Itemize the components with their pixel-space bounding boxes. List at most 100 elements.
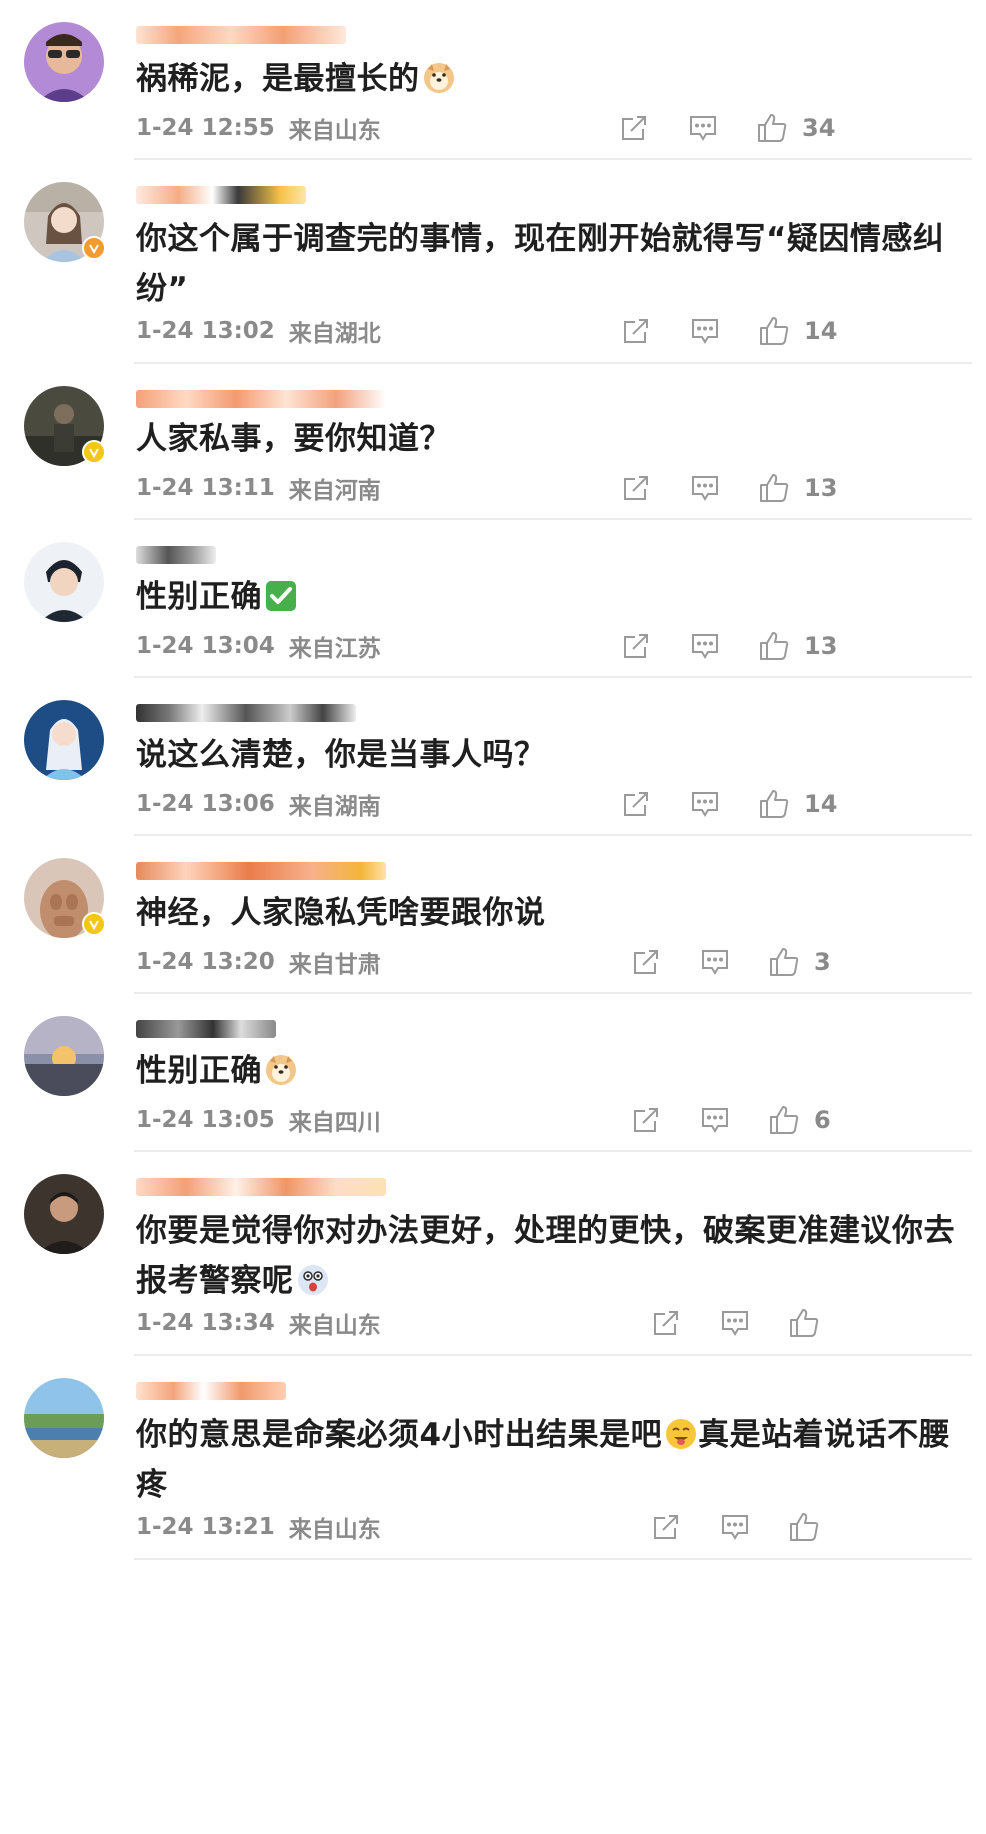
username-blurred[interactable] bbox=[136, 186, 306, 204]
divider bbox=[134, 1558, 972, 1560]
comment-item: 性别正确 1-24 13:05 来自四川 6 bbox=[0, 994, 986, 1152]
comment-text: 你的意思是命案必须4小时出结果是吧 真是站着说话不腰疼 bbox=[136, 1416, 951, 1503]
verified-badge-icon bbox=[82, 912, 106, 936]
tongue-face-emoji bbox=[664, 1416, 698, 1450]
thumbs-up-icon bbox=[754, 468, 794, 508]
comment-location: 来自四川 bbox=[288, 1110, 381, 1136]
comment-meta: 1-24 13:04 来自江苏 bbox=[136, 629, 381, 663]
share-icon[interactable] bbox=[646, 1303, 686, 1343]
like-count: 14 bbox=[804, 790, 838, 818]
user-avatar[interactable] bbox=[24, 386, 106, 466]
comment-time: 1-24 13:34 bbox=[136, 1310, 275, 1336]
like-button[interactable]: 13 bbox=[754, 468, 837, 508]
like-count: 34 bbox=[802, 114, 836, 142]
share-icon[interactable] bbox=[626, 1100, 666, 1140]
username-blurred[interactable] bbox=[136, 704, 356, 722]
comment-actions: 14 bbox=[616, 311, 837, 351]
comment-location: 来自山东 bbox=[288, 1313, 381, 1339]
verified-badge-icon bbox=[82, 236, 106, 260]
share-icon[interactable] bbox=[646, 1507, 686, 1547]
like-button[interactable]: 14 bbox=[754, 784, 837, 824]
thumbs-up-icon bbox=[754, 626, 794, 666]
like-button[interactable]: 3 bbox=[764, 942, 831, 982]
comment-text: 人家私事，要你知道？ bbox=[136, 421, 451, 457]
comment-icon[interactable] bbox=[695, 942, 735, 982]
user-avatar[interactable] bbox=[24, 858, 106, 938]
user-avatar[interactable] bbox=[24, 22, 104, 102]
like-button[interactable] bbox=[784, 1303, 834, 1343]
comment-meta: 1-24 13:21 来自山东 bbox=[136, 1510, 381, 1544]
like-button[interactable]: 14 bbox=[754, 311, 837, 351]
comment-icon[interactable] bbox=[683, 108, 723, 148]
comment-icon[interactable] bbox=[715, 1303, 755, 1343]
comment-item: 性别正确 1-24 13:04 来自江苏 13 bbox=[0, 520, 986, 678]
comment-icon[interactable] bbox=[695, 1100, 735, 1140]
comment-meta: 1-24 13:02 来自湖北 bbox=[136, 314, 381, 348]
comment-actions: 14 bbox=[616, 784, 837, 824]
share-icon[interactable] bbox=[616, 784, 656, 824]
like-count: 14 bbox=[804, 317, 838, 345]
shocked-face-emoji bbox=[296, 1262, 330, 1296]
share-icon[interactable] bbox=[616, 311, 656, 351]
username-blurred[interactable] bbox=[136, 1020, 276, 1038]
comment-text: 性别正确 bbox=[136, 1046, 956, 1096]
comment-item: 人家私事，要你知道？ 1-24 13:11 来自河南 13 bbox=[0, 364, 986, 520]
comment-actions bbox=[646, 1507, 834, 1547]
username-blurred[interactable] bbox=[136, 390, 386, 408]
thumbs-up-icon bbox=[784, 1303, 824, 1343]
comment-time: 1-24 13:06 bbox=[136, 791, 275, 817]
comment-item: 祸稀泥，是最擅长的 1-24 12:55 来自山东 34 bbox=[0, 0, 986, 160]
share-icon[interactable] bbox=[626, 942, 666, 982]
comment-item: 你这个属于调查完的事情，现在刚开始就得写“疑因情感纠纷” 1-24 13:02 … bbox=[0, 160, 986, 364]
share-icon[interactable] bbox=[616, 626, 656, 666]
comment-icon[interactable] bbox=[685, 626, 725, 666]
thumbs-up-icon bbox=[752, 108, 792, 148]
comment-location: 来自湖南 bbox=[288, 794, 381, 820]
share-icon[interactable] bbox=[614, 108, 654, 148]
user-avatar[interactable] bbox=[24, 182, 106, 262]
thumbs-up-icon bbox=[754, 311, 794, 351]
doge-emoji bbox=[422, 60, 456, 94]
username-blurred[interactable] bbox=[136, 1382, 286, 1400]
username-blurred[interactable] bbox=[136, 862, 386, 880]
user-avatar[interactable] bbox=[24, 542, 104, 622]
like-count: 13 bbox=[804, 474, 838, 502]
like-button[interactable]: 6 bbox=[764, 1100, 831, 1140]
comment-location: 来自甘肃 bbox=[288, 952, 381, 978]
share-icon[interactable] bbox=[616, 468, 656, 508]
user-avatar[interactable] bbox=[24, 1378, 104, 1458]
comment-actions: 6 bbox=[626, 1100, 831, 1140]
comment-time: 1-24 13:05 bbox=[136, 1107, 275, 1133]
like-button[interactable]: 34 bbox=[752, 108, 835, 148]
username-blurred[interactable] bbox=[136, 26, 346, 44]
user-avatar[interactable] bbox=[24, 1016, 104, 1096]
username-blurred[interactable] bbox=[136, 546, 216, 564]
comment-actions: 13 bbox=[616, 626, 837, 666]
like-button[interactable]: 13 bbox=[754, 626, 837, 666]
check-mark-emoji bbox=[264, 578, 298, 612]
like-button[interactable] bbox=[784, 1507, 834, 1547]
like-count: 13 bbox=[804, 632, 838, 660]
comment-time: 1-24 13:21 bbox=[136, 1514, 275, 1540]
comment-meta: 1-24 13:34 来自山东 bbox=[136, 1306, 381, 1340]
comment-actions: 13 bbox=[616, 468, 837, 508]
user-avatar[interactable] bbox=[24, 700, 104, 780]
comment-icon[interactable] bbox=[715, 1507, 755, 1547]
comment-text: 你这个属于调查完的事情，现在刚开始就得写“疑因情感纠纷” bbox=[136, 221, 945, 307]
comment-icon[interactable] bbox=[685, 468, 725, 508]
user-avatar[interactable] bbox=[24, 1174, 104, 1254]
comment-location: 来自湖北 bbox=[288, 321, 381, 347]
comment-text: 说这么清楚，你是当事人吗？ bbox=[136, 737, 546, 773]
comment-meta: 1-24 13:11 来自河南 bbox=[136, 471, 381, 505]
comment-time: 1-24 13:04 bbox=[136, 633, 275, 659]
comment-time: 1-24 12:55 bbox=[136, 115, 275, 141]
comment-icon[interactable] bbox=[685, 784, 725, 824]
username-blurred[interactable] bbox=[136, 1178, 386, 1196]
comment-icon[interactable] bbox=[685, 311, 725, 351]
comment-text: 你要是觉得你对办法更好，处理的更快，破案更准建议你去报考警察呢 bbox=[136, 1213, 955, 1299]
comment-text: 性别正确 bbox=[136, 572, 956, 622]
like-count: 6 bbox=[814, 1106, 831, 1134]
comment-meta: 1-24 13:05 来自四川 bbox=[136, 1103, 381, 1137]
like-count: 3 bbox=[814, 948, 831, 976]
comment-time: 1-24 13:11 bbox=[136, 475, 275, 501]
